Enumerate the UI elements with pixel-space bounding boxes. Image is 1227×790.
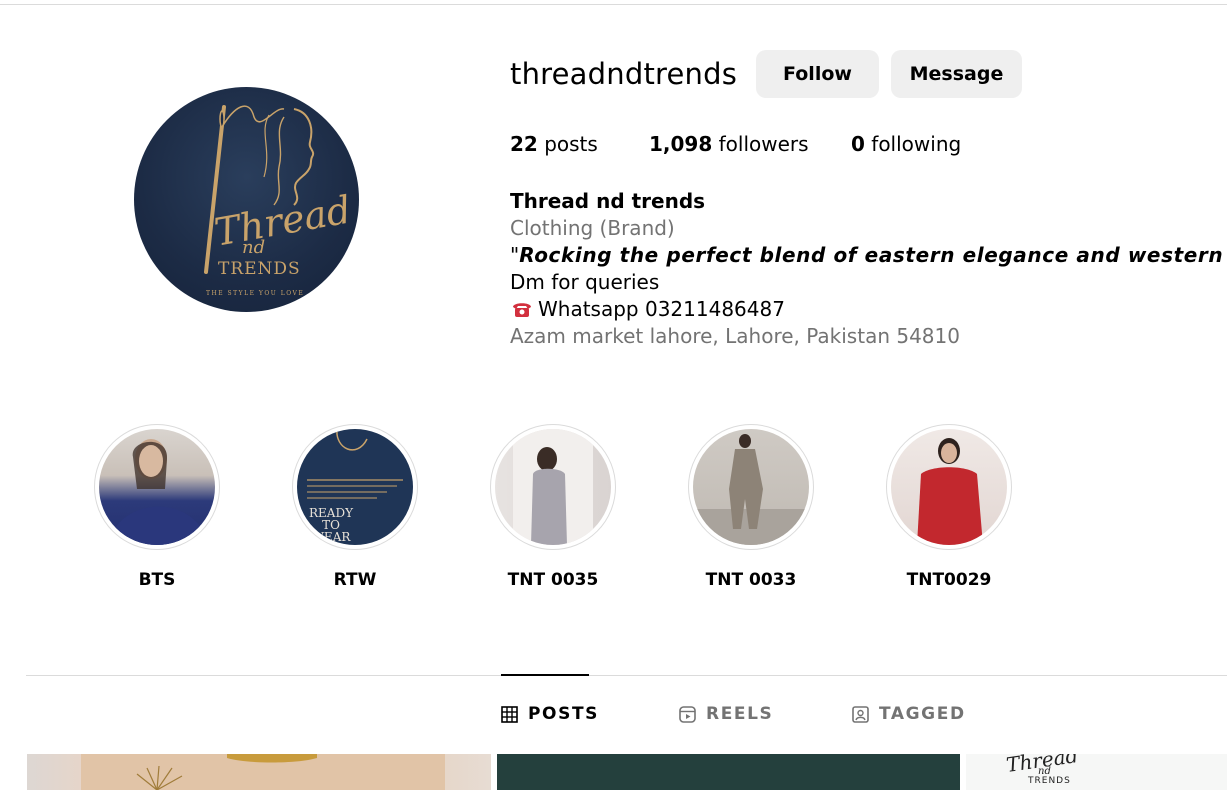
profile-bio: Thread nd trends Clothing (Brand) "Rocki… bbox=[510, 188, 1227, 350]
highlight-cover bbox=[99, 429, 215, 545]
tab-reels-label: REELS bbox=[706, 704, 774, 724]
telephone-icon bbox=[510, 299, 534, 319]
bio-whatsapp-text: Whatsapp 03211486487 bbox=[538, 297, 785, 321]
highlight-label: TNT0029 bbox=[906, 570, 992, 590]
highlight-label: TNT 0035 bbox=[507, 570, 599, 590]
highlight-ring bbox=[94, 424, 220, 550]
posts-count: 22 posts bbox=[510, 132, 598, 156]
post-thumb-line3: TRENDS bbox=[1028, 776, 1071, 786]
highlight-tnt-0033[interactable]: TNT 0033 bbox=[688, 424, 814, 590]
tagged-person-icon bbox=[852, 705, 869, 723]
active-tab-indicator bbox=[501, 674, 589, 676]
highlight-cover bbox=[693, 429, 809, 545]
bio-whatsapp-line: Whatsapp 03211486487 bbox=[510, 296, 1210, 323]
reels-icon bbox=[679, 705, 696, 723]
posts-count-value: 22 bbox=[510, 132, 538, 156]
highlight-label: TNT 0033 bbox=[705, 570, 797, 590]
followers-count-value: 1,098 bbox=[649, 132, 713, 156]
tab-tagged[interactable]: TAGGED bbox=[852, 704, 966, 724]
followers-link[interactable]: 1,098 followers bbox=[649, 132, 809, 156]
tab-posts[interactable]: POSTS bbox=[501, 704, 599, 724]
highlight-rtw[interactable]: READY TO WEAR RTW bbox=[292, 424, 418, 590]
bio-quote: "Rocking the perfect blend of eastern el… bbox=[510, 242, 1227, 269]
bio-dm-line: Dm for queries bbox=[510, 270, 660, 294]
followers-count-label: followers bbox=[718, 132, 809, 156]
avatar-logo-line3: TRENDS bbox=[218, 259, 301, 279]
highlight-label: RTW bbox=[333, 570, 377, 590]
profile-avatar[interactable]: Thread nd TRENDS THE STYLE YOU LOVE bbox=[134, 87, 359, 312]
highlight-ring bbox=[490, 424, 616, 550]
bio-quote-text: Rocking the perfect blend of eastern ele… bbox=[519, 243, 1227, 267]
top-divider bbox=[0, 4, 1227, 5]
avatar-logo-line2: nd bbox=[242, 237, 266, 258]
highlight-tnt-0035[interactable]: TNT 0035 bbox=[490, 424, 616, 590]
grid-icon bbox=[501, 705, 518, 723]
bio-address[interactable]: Azam market lahore, Lahore, Pakistan 548… bbox=[510, 323, 1210, 350]
highlight-cover: READY TO WEAR bbox=[297, 429, 413, 545]
post-thumbnail[interactable]: Thread nd TRENDS bbox=[966, 754, 1227, 790]
follow-button[interactable]: Follow bbox=[756, 50, 879, 98]
profile-username[interactable]: threadndtrends bbox=[510, 57, 737, 91]
posts-count-label: posts bbox=[544, 132, 598, 156]
tab-tagged-label: TAGGED bbox=[879, 704, 966, 724]
following-link[interactable]: 0 following bbox=[851, 132, 961, 156]
highlight-cover bbox=[495, 429, 611, 545]
bio-name: Thread nd trends bbox=[510, 189, 706, 213]
message-button[interactable]: Message bbox=[891, 50, 1022, 98]
highlight-cover bbox=[891, 429, 1007, 545]
tabs-divider bbox=[26, 675, 1227, 676]
tab-reels[interactable]: REELS bbox=[679, 704, 773, 724]
post-thumbnail[interactable] bbox=[27, 754, 491, 790]
tab-posts-label: POSTS bbox=[528, 704, 599, 724]
bio-category: Clothing (Brand) bbox=[510, 216, 675, 240]
post-thumbnail[interactable] bbox=[497, 754, 960, 790]
highlight-bts[interactable]: BTS bbox=[94, 424, 220, 590]
highlight-ring bbox=[688, 424, 814, 550]
highlight-label: BTS bbox=[138, 570, 176, 590]
rtw-cover-text: READY TO WEAR bbox=[308, 506, 353, 544]
highlight-ring bbox=[886, 424, 1012, 550]
avatar-logo-tagline: THE STYLE YOU LOVE bbox=[206, 290, 305, 297]
following-count-label: following bbox=[871, 132, 962, 156]
highlight-tnt0029[interactable]: TNT0029 bbox=[886, 424, 1012, 590]
following-count-value: 0 bbox=[851, 132, 865, 156]
highlight-ring: READY TO WEAR bbox=[292, 424, 418, 550]
bio-quote-open: " bbox=[510, 243, 520, 267]
